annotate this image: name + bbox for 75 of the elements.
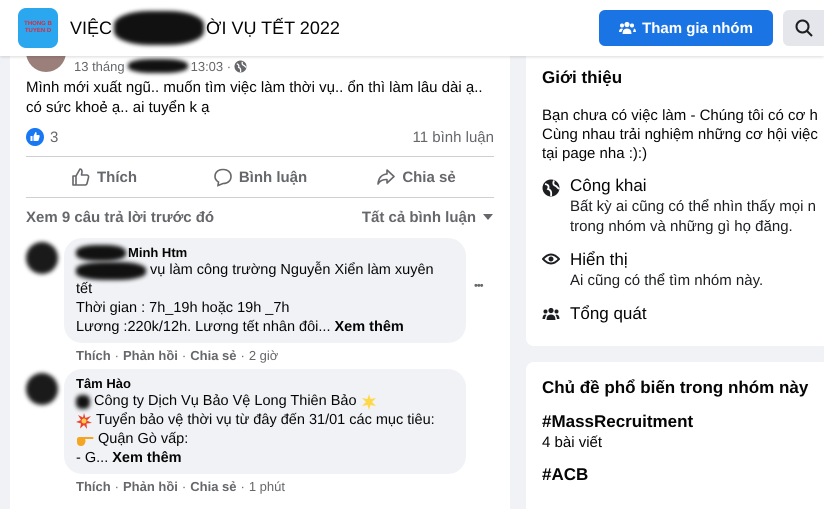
redaction-mark bbox=[76, 394, 90, 408]
about-item-description: Bất kỳ ai cũng có thể nhìn thấy mọi n bbox=[570, 197, 816, 217]
eye-icon bbox=[542, 253, 560, 265]
comment-action[interactable]: Phản hồi bbox=[123, 348, 178, 362]
speech-bubble-icon bbox=[212, 167, 233, 187]
share-arrow-icon bbox=[376, 167, 396, 187]
search-button[interactable] bbox=[783, 10, 824, 46]
people-icon bbox=[542, 307, 560, 321]
post-time[interactable]: 13 tháng bbox=[74, 58, 125, 74]
see-more-link[interactable]: Xem thêm bbox=[334, 318, 404, 337]
comment-count[interactable]: 11 bình luận bbox=[412, 128, 494, 146]
sparkle-icon bbox=[360, 394, 377, 410]
post-action-button[interactable]: Thích bbox=[26, 157, 182, 197]
comment-action[interactable]: Chia sẻ bbox=[190, 348, 236, 362]
like-reaction-icon[interactable] bbox=[26, 128, 44, 146]
topics-title: Chủ đề phổ biến trong nhóm này bbox=[542, 377, 810, 398]
comment-author[interactable]: Tâm Hào bbox=[76, 375, 131, 392]
comment-text: Tuyển bảo vệ thời vụ từ đây đến 31/01 các mục tiêu: bbox=[96, 411, 435, 430]
previous-replies-link[interactable]: Xem 9 câu trả lời trước đó bbox=[26, 208, 214, 226]
redaction-mark bbox=[76, 262, 146, 280]
see-more-link[interactable]: Xem thêm bbox=[112, 449, 182, 468]
post-action-button[interactable]: Bình luận bbox=[182, 157, 338, 197]
separator-dot: · bbox=[182, 348, 186, 362]
topic-hashtag[interactable]: #MassRecruitment bbox=[542, 412, 824, 432]
about-item-description: trong nhóm và những gì họ đăng. bbox=[570, 217, 794, 237]
comment-action[interactable]: Chia sẻ bbox=[190, 478, 236, 494]
comment-action[interactable]: Thích bbox=[76, 478, 111, 494]
separator-dot: · bbox=[114, 478, 120, 494]
separator-dot: · bbox=[240, 478, 245, 494]
group-title: VIỆC bbox=[70, 18, 112, 38]
more-options-button[interactable]: ••• bbox=[472, 280, 485, 292]
comment-time[interactable]: 2 giờ bbox=[248, 348, 278, 362]
comment-action[interactable]: Thích bbox=[76, 348, 111, 362]
join-group-button[interactable]: Tham gia nhóm bbox=[599, 10, 773, 46]
redaction-mark bbox=[26, 373, 58, 405]
separator-dot: · bbox=[240, 348, 245, 362]
globe-icon bbox=[234, 60, 248, 72]
comment-time[interactable]: 1 phút bbox=[248, 478, 285, 494]
topic-hashtag[interactable]: #ACB bbox=[542, 465, 824, 485]
comment-filter-dropdown[interactable]: Tất cả bình luận bbox=[362, 208, 494, 226]
redaction-mark bbox=[128, 59, 188, 73]
post-action-button[interactable]: Chia sẻ bbox=[338, 157, 494, 197]
about-description: Bạn chưa có việc làm - Chúng tôi có cơ h bbox=[542, 106, 819, 125]
comment-text: Lương :220k/12h. Lương tết nhân đôi... bbox=[76, 318, 330, 337]
group-title: ỜI VỤ TẾT 2022 bbox=[206, 18, 340, 38]
about-description: tại page nha :):) bbox=[542, 144, 648, 163]
about-item-title: Hiển thị bbox=[570, 249, 629, 271]
comment-text: Thời gian : 7h_19h hoặc 19h _7h bbox=[76, 299, 290, 318]
burst-icon bbox=[76, 412, 92, 428]
post-text: có sức khoẻ ạ.. ai tuyển k ạ bbox=[26, 98, 210, 118]
separator-dot: · bbox=[182, 478, 186, 494]
comment-text: Công ty Dịch Vụ Bảo Vệ Long Thiên Bảo bbox=[94, 392, 357, 411]
search-icon bbox=[794, 19, 812, 37]
comment-text: tết bbox=[76, 280, 92, 299]
about-item-title: Công khai bbox=[570, 175, 648, 197]
post-text: Mình mới xuất ngũ.. muốn tìm việc làm thời vụ.. ổn thì làm lâu dài ạ.. bbox=[26, 78, 484, 98]
about-description: Cùng nhau trải nghiệm những cơ hội việc bbox=[542, 125, 819, 144]
thumbs-up-icon bbox=[71, 167, 91, 187]
redaction-mark bbox=[76, 244, 126, 260]
comment-text: - G... bbox=[76, 449, 108, 468]
post-time[interactable]: 13:03 · bbox=[190, 58, 232, 74]
topic-post-count: 4 bài viết bbox=[542, 434, 604, 451]
separator-dot: · bbox=[114, 348, 120, 362]
redaction-mark bbox=[26, 242, 58, 274]
about-item-title: Tổng quát bbox=[570, 303, 647, 325]
comment-text: Quận Gò vấp: bbox=[98, 430, 188, 449]
comment-author[interactable]: Minh Htm bbox=[128, 244, 188, 261]
comment-text: vụ làm công trường Nguyễn Xiển làm xuyên bbox=[150, 261, 434, 280]
like-count[interactable]: 3 bbox=[50, 128, 58, 146]
about-title: Giới thiệu bbox=[542, 67, 624, 88]
caret-icon bbox=[482, 213, 494, 221]
comment-action[interactable]: Phản hồi bbox=[123, 478, 178, 494]
about-item-description: Ai cũng có thể tìm nhóm này. bbox=[570, 271, 764, 291]
people-icon bbox=[619, 21, 636, 35]
globe-icon bbox=[542, 179, 560, 197]
